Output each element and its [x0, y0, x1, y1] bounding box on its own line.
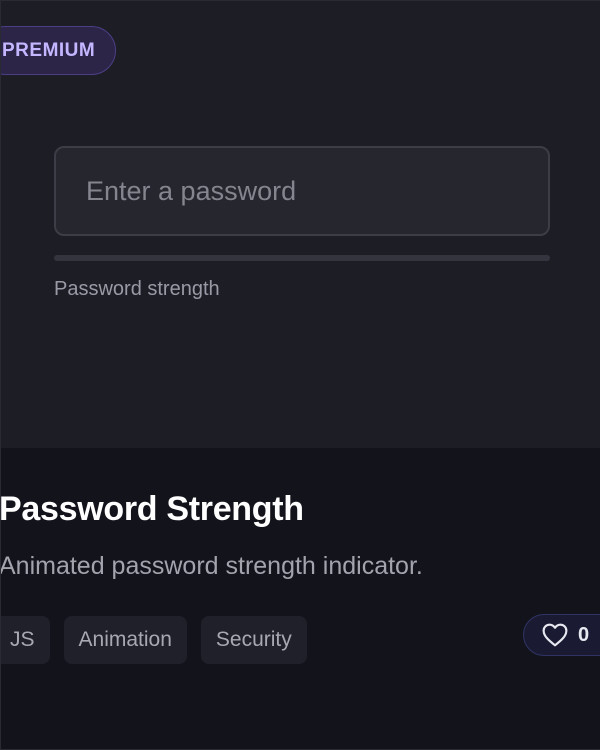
tag-security[interactable]: Security [200, 616, 307, 664]
tag-animation[interactable]: Animation [63, 616, 187, 664]
heart-icon [542, 623, 568, 647]
strength-label: Password strength [54, 278, 220, 300]
card-title: Password Strength [0, 490, 304, 528]
card-info: Password Strength Animated password stre… [0, 448, 600, 749]
like-count: 0 [578, 623, 590, 646]
strength-meter [54, 255, 550, 261]
preview-area: PREMIUM Password strength [1, 1, 600, 448]
premium-badge: PREMIUM [1, 26, 117, 75]
like-button[interactable]: 0 [523, 614, 600, 656]
card-description: Animated password strength indicator. [0, 552, 423, 580]
password-input[interactable] [54, 146, 550, 236]
tag-list: JS Animation Security [1, 616, 307, 664]
tag-js[interactable]: JS [1, 616, 50, 664]
component-card[interactable]: PREMIUM Password strength Password Stren… [0, 0, 600, 750]
